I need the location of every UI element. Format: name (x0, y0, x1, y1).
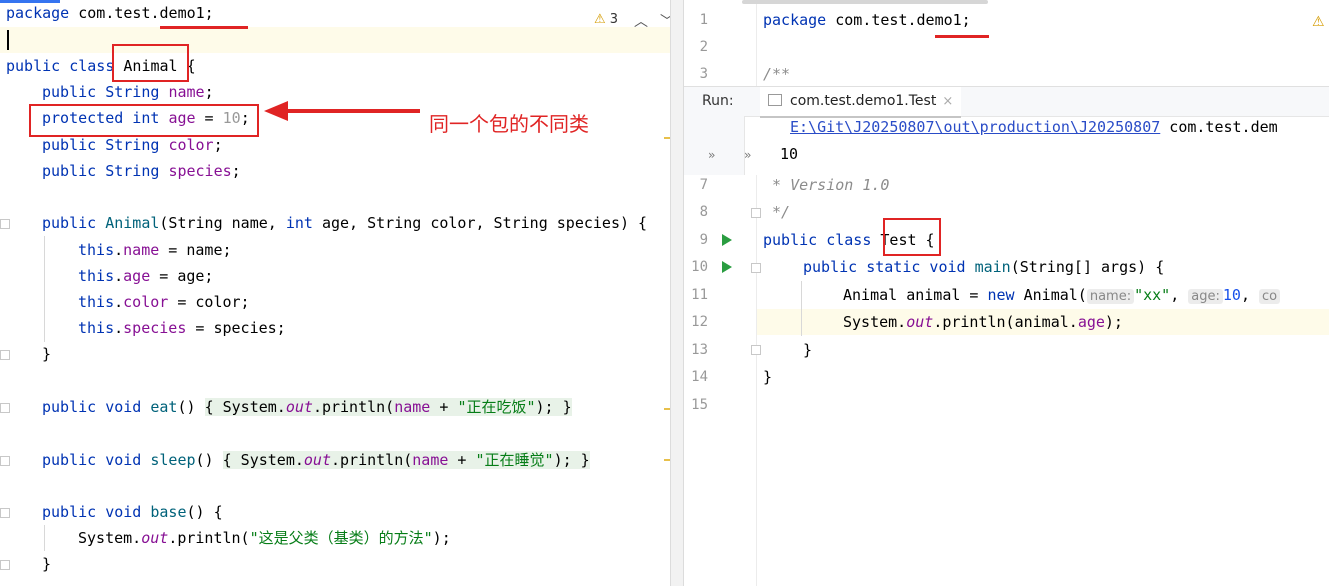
inspection-widget[interactable]: ⚠ 3 (594, 12, 618, 27)
line-number: 1 (699, 12, 708, 28)
fold-icon[interactable] (751, 263, 761, 273)
fold-icon[interactable] (0, 403, 10, 413)
param-hint-age: age: (1188, 289, 1223, 304)
line-number: 3 (699, 66, 708, 82)
run-panel-header: Run: com.test.demo1.Test × (684, 87, 1329, 118)
code-line-package[interactable]: package com.test.demo1; (763, 7, 971, 33)
warning-icon: ⚠ (594, 12, 606, 27)
close-icon[interactable]: × (942, 94, 953, 109)
line-number: 10 (691, 259, 708, 275)
code-line-base[interactable]: public void base() { (42, 499, 223, 525)
line-number: 9 (699, 232, 708, 248)
line-number: 12 (691, 314, 708, 330)
code-line-doc-version[interactable]: * Version 1.0 (763, 172, 889, 198)
param-hint-color: co (1259, 289, 1281, 304)
run-label: Run: (702, 93, 734, 109)
code-line-close-brace[interactable]: } (42, 341, 51, 367)
code-line-sleep[interactable]: public void sleep() { System.out.println… (42, 447, 590, 473)
param-hint-name: name: (1086, 289, 1135, 304)
underline-annotation (935, 35, 989, 38)
code-line-base-close[interactable]: } (42, 551, 51, 577)
editor-splitter[interactable] (670, 0, 684, 586)
code-line-field-species[interactable]: public String species; (42, 158, 241, 184)
line-number: 14 (691, 369, 708, 385)
left-editor[interactable]: ⚠ 3 ︿ ﹀ package com.test.demo1; public c… (0, 0, 670, 586)
underline-annotation (160, 26, 248, 29)
line-number: 8 (699, 204, 708, 220)
code-line-main-close[interactable]: } (803, 337, 812, 363)
console-icon (768, 94, 782, 106)
code-line-doc-end[interactable]: */ (763, 199, 790, 225)
arrow-icon (264, 101, 420, 121)
code-line-this-species[interactable]: this.species = species; (78, 315, 286, 341)
code-line-1[interactable]: package com.test.demo1; (6, 0, 214, 26)
fold-icon[interactable] (751, 208, 761, 218)
annotation-label: 同一个包的不同类 (429, 112, 589, 136)
warning-icon[interactable]: ⚠ (1312, 14, 1325, 30)
code-line-this-color[interactable]: this.color = color; (78, 289, 250, 315)
code-line-base-println[interactable]: System.out.println("这是父类（基类）的方法"); (78, 525, 451, 551)
highlight-box-test (883, 218, 941, 256)
text-caret (7, 30, 9, 50)
warning-count: 3 (609, 12, 619, 27)
line-number: 2 (699, 39, 708, 55)
code-line-main[interactable]: public static void main(String[] args) { (803, 254, 1164, 280)
chevron-right-icon[interactable]: » (744, 148, 751, 162)
code-line-class-close[interactable]: } (763, 364, 772, 390)
console-output: 10 (780, 145, 799, 163)
code-line-constructor[interactable]: public Animal(String name, int age, Stri… (42, 210, 647, 236)
fold-icon[interactable] (0, 560, 10, 570)
code-line-println-age[interactable]: System.out.println(animal.age); (843, 309, 1123, 335)
line-number: 7 (699, 177, 708, 193)
run-icon[interactable] (722, 261, 732, 273)
indent-guide (44, 525, 45, 551)
chevron-up-icon[interactable]: ︿ (634, 11, 648, 31)
run-tool-window[interactable]: Run: com.test.demo1.Test × » » E:\Git\J20… (684, 86, 1329, 175)
run-icon[interactable] (722, 234, 732, 246)
indent-guide (44, 236, 45, 342)
current-line-highlight (0, 27, 670, 53)
code-line-new-animal[interactable]: Animal animal = new Animal(name: "xx", ag… (843, 282, 1281, 308)
horizontal-scrollbar[interactable] (742, 0, 988, 4)
fold-icon[interactable] (0, 508, 10, 518)
code-line-this-age[interactable]: this.age = age; (78, 263, 213, 289)
fold-icon[interactable] (0, 350, 10, 360)
indent-guide (801, 281, 802, 336)
code-line-this-name[interactable]: this.name = name; (78, 237, 232, 263)
fold-icon[interactable] (0, 456, 10, 466)
chevron-right-icon[interactable]: » (708, 148, 715, 162)
code-line-doc-start[interactable]: /** (763, 61, 790, 87)
chevron-down-icon[interactable]: ﹀ (660, 11, 670, 31)
code-line-field-name[interactable]: public String name; (42, 79, 214, 105)
line-number: 11 (691, 287, 708, 303)
line-number: 13 (691, 342, 708, 358)
fold-icon[interactable] (0, 219, 10, 229)
highlight-box-protected-age (29, 104, 259, 137)
run-panel-sidebar: » (684, 116, 745, 175)
highlight-box-animal (112, 44, 189, 82)
code-line-eat[interactable]: public void eat() { System.out.println(n… (42, 394, 572, 420)
line-number: 15 (691, 397, 708, 413)
console-command-line[interactable]: E:\Git\J20250807\out\production\J2025080… (790, 114, 1278, 140)
fold-icon[interactable] (751, 345, 761, 355)
